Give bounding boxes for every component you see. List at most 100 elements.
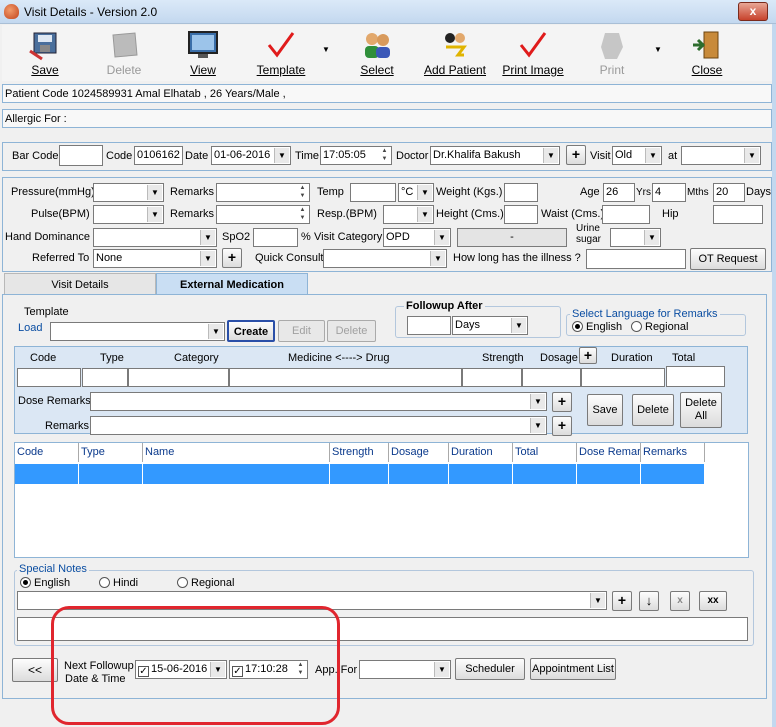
code-input[interactable]: 0106162	[134, 146, 183, 165]
med-drug-input[interactable]	[229, 368, 462, 387]
pulse-select[interactable]	[93, 205, 164, 224]
percent-label: %	[301, 231, 311, 243]
age-days-input[interactable]: 20	[713, 183, 745, 202]
delete-button[interactable]: Delete	[102, 27, 146, 79]
radio-icon	[99, 577, 110, 588]
dose-remarks-select[interactable]	[90, 392, 547, 411]
med-dosage-input[interactable]	[522, 368, 581, 387]
delete-medicine-button[interactable]: Delete	[632, 394, 674, 426]
time-spinner[interactable]: 17:05:05	[320, 146, 392, 165]
add-dosage-button[interactable]: +	[579, 347, 597, 364]
grid-selected-row-cell[interactable]	[15, 464, 79, 484]
grid-header-name[interactable]: Name	[143, 443, 330, 462]
print-dropdown-icon[interactable]: ▼	[654, 45, 662, 54]
english-remarks-radio[interactable]: English	[572, 321, 622, 333]
temp-input[interactable]	[350, 183, 396, 202]
grid-header-strength[interactable]: Strength	[330, 443, 389, 462]
visit-type-select[interactable]: Old	[612, 146, 662, 165]
window-close-button[interactable]: x	[738, 2, 768, 21]
close-button[interactable]: Close	[688, 27, 726, 79]
create-template-button[interactable]: Create	[227, 320, 275, 342]
grid-header-code[interactable]: Code	[15, 443, 79, 462]
height-input[interactable]	[504, 205, 538, 224]
age-months-input[interactable]: 4	[652, 183, 686, 202]
app-for-select[interactable]	[359, 660, 451, 679]
visit-category-select[interactable]: OPD	[383, 228, 451, 247]
tab-external-medication[interactable]: External Medication	[156, 273, 308, 295]
remarks-select[interactable]	[90, 416, 547, 435]
med-duration-input[interactable]	[581, 368, 665, 387]
resp-select[interactable]	[383, 205, 434, 224]
med-type-input[interactable]	[82, 368, 128, 387]
template-button[interactable]: Template	[252, 27, 310, 79]
grid-header-total[interactable]: Total	[513, 443, 577, 462]
hand-dominance-select[interactable]	[93, 228, 217, 247]
grid-header-dose-remarks[interactable]: Dose Remar	[577, 443, 641, 462]
add-note-button[interactable]: +	[612, 591, 632, 611]
print-image-button[interactable]: Print Image	[500, 27, 566, 79]
add-remarks-button[interactable]: +	[552, 416, 572, 436]
bar-code-input[interactable]	[59, 145, 103, 166]
hip-input[interactable]	[713, 205, 763, 224]
add-referral-button[interactable]: +	[222, 248, 242, 268]
remove-note-button[interactable]: x	[670, 591, 690, 611]
save-button[interactable]: Save	[24, 27, 66, 79]
waist-input[interactable]	[602, 205, 650, 224]
notes-hindi-radio[interactable]: Hindi	[99, 577, 138, 589]
scheduler-button[interactable]: Scheduler	[455, 658, 525, 680]
med-category-input[interactable]	[128, 368, 229, 387]
grid-selected-row-cell[interactable]	[389, 464, 449, 484]
delete-template-button[interactable]: Delete	[327, 320, 376, 342]
spo2-input[interactable]	[253, 228, 298, 247]
template-dropdown-icon[interactable]: ▼	[322, 45, 330, 54]
med-total-input[interactable]	[666, 366, 725, 387]
date-picker[interactable]: 01-06-2016	[211, 146, 291, 165]
grid-selected-row-cell[interactable]	[449, 464, 513, 484]
print-button[interactable]: Print	[594, 27, 630, 79]
temp-unit-select[interactable]: °C	[398, 183, 434, 202]
notes-regional-radio[interactable]: Regional	[177, 577, 234, 589]
age-years-input[interactable]: 26	[603, 183, 635, 202]
at-select[interactable]	[681, 146, 761, 165]
grid-header-dosage[interactable]: Dosage	[389, 443, 449, 462]
ot-request-button[interactable]: OT Request	[690, 248, 766, 270]
grid-selected-row-cell[interactable]	[513, 464, 577, 484]
grid-selected-row-cell[interactable]	[330, 464, 389, 484]
remove-all-notes-button[interactable]: xx	[699, 591, 727, 611]
move-down-button[interactable]: ↓	[639, 591, 659, 611]
add-doctor-button[interactable]: +	[566, 145, 586, 165]
regional-remarks-radio[interactable]: Regional	[631, 321, 688, 333]
age-label: Age	[580, 186, 600, 198]
grid-header-type[interactable]: Type	[79, 443, 143, 462]
tab-visit-details[interactable]: Visit Details	[4, 273, 156, 295]
notes-english-radio[interactable]: English	[20, 577, 70, 589]
grid-selected-row-cell[interactable]	[143, 464, 330, 484]
save-medicine-button[interactable]: Save	[587, 394, 623, 426]
add-patient-button[interactable]: Add Patient	[422, 27, 488, 79]
doctor-select[interactable]: Dr.Khalifa Bakush	[430, 146, 560, 165]
illness-duration-input[interactable]	[586, 249, 686, 269]
grid-header-remarks[interactable]: Remarks	[641, 443, 705, 462]
add-dose-remarks-button[interactable]: +	[552, 392, 572, 412]
pulse-remarks-input[interactable]	[216, 205, 310, 224]
followup-unit-select[interactable]: Days	[452, 316, 528, 335]
grid-selected-row-cell[interactable]	[641, 464, 705, 484]
referred-to-select[interactable]: None	[93, 249, 217, 268]
view-button[interactable]: View	[184, 27, 222, 79]
template-select[interactable]	[50, 322, 225, 341]
edit-template-button[interactable]: Edit	[278, 320, 325, 342]
weight-input[interactable]	[504, 183, 538, 202]
quick-consult-select[interactable]	[323, 249, 447, 268]
grid-header-duration[interactable]: Duration	[449, 443, 513, 462]
pressure-remarks-input[interactable]	[216, 183, 310, 202]
pressure-select[interactable]	[93, 183, 164, 202]
urine-sugar-select[interactable]	[610, 228, 661, 247]
delete-all-button[interactable]: Delete All	[680, 392, 722, 428]
select-button[interactable]: Select	[356, 27, 398, 79]
grid-selected-row-cell[interactable]	[577, 464, 641, 484]
grid-selected-row-cell[interactable]	[79, 464, 143, 484]
med-strength-input[interactable]	[462, 368, 522, 387]
followup-value-input[interactable]	[407, 316, 451, 335]
appointment-list-button[interactable]: Appointment List	[530, 658, 616, 680]
med-code-input[interactable]	[17, 368, 81, 387]
